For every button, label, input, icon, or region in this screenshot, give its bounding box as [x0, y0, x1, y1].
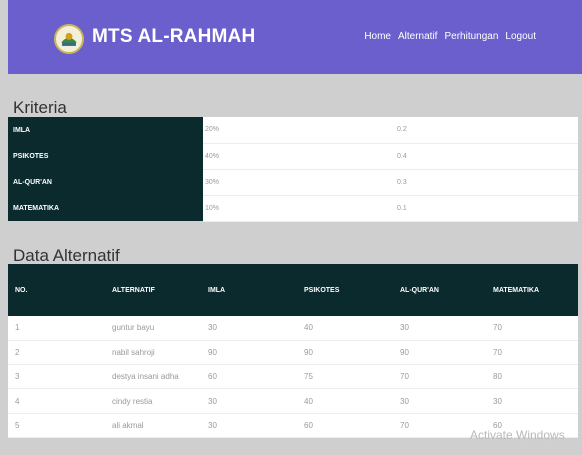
- table-row: 4 cindy restia 30 40 30 30: [8, 388, 578, 414]
- kriteria-value: 0.4: [395, 143, 578, 170]
- cell-psikotes: 40: [297, 316, 393, 341]
- activate-windows-watermark: Activate Windows: [470, 428, 565, 442]
- kriteria-value: 0.2: [395, 117, 578, 144]
- cell-no: 2: [8, 340, 105, 366]
- table-row: 2 nabil sahroji 90 90 90 70: [8, 340, 578, 366]
- navbar: MTS AL-RAHMAH Home Alternatif Perhitunga…: [8, 0, 582, 74]
- data-alternatif-heading: Data Alternatif: [13, 246, 120, 265]
- cell-no: 5: [8, 413, 105, 438]
- table-row: IMLA 20% 0.2: [8, 117, 578, 144]
- alternatif-table: NO. ALTERNATIF IMLA PSIKOTES AL-QUR'AN M…: [8, 264, 578, 438]
- kriteria-percent: 40%: [203, 143, 395, 170]
- column-header-psikotes: PSIKOTES: [297, 264, 393, 316]
- kriteria-name: IMLA: [8, 117, 203, 143]
- kriteria-name: AL-QUR'AN: [8, 169, 203, 195]
- column-header-alternatif: ALTERNATIF: [105, 264, 201, 316]
- kriteria-percent: 10%: [203, 195, 395, 222]
- kriteria-heading: Kriteria: [13, 98, 67, 117]
- cell-matematika: 70: [486, 340, 578, 366]
- cell-alternatif: guntur bayu: [105, 316, 201, 341]
- column-header-no: NO.: [8, 264, 105, 316]
- cell-alternatif: ali akmal: [105, 413, 201, 438]
- cell-matematika: 70: [486, 316, 578, 341]
- kriteria-name: MATEMATIKA: [8, 195, 203, 221]
- kriteria-name: PSIKOTES: [8, 143, 203, 169]
- cell-alternatif: destya insani adha: [105, 364, 201, 390]
- cell-psikotes: 40: [297, 388, 393, 414]
- kriteria-value: 0.3: [395, 169, 578, 196]
- cell-alquran: 90: [393, 340, 486, 366]
- table-row: 1 guntur bayu 30 40 30 70: [8, 316, 578, 341]
- cell-alternatif: cindy restia: [105, 388, 201, 414]
- cell-psikotes: 90: [297, 340, 393, 366]
- nav-alternatif[interactable]: Alternatif: [398, 31, 437, 42]
- cell-matematika: 30: [486, 388, 578, 414]
- nav-menu: Home Alternatif Perhitungan Logout: [364, 31, 536, 42]
- cell-imla: 60: [201, 364, 297, 390]
- cell-alquran: 30: [393, 388, 486, 414]
- cell-psikotes: 60: [297, 413, 393, 438]
- activate-windows-subtitle: Go to Settings to activate Windows.: [470, 444, 565, 450]
- school-logo-icon[interactable]: [54, 24, 84, 54]
- cell-no: 3: [8, 364, 105, 390]
- cell-imla: 90: [201, 340, 297, 366]
- brand-title[interactable]: MTS AL-RAHMAH: [92, 26, 255, 48]
- table-header-row: NO. ALTERNATIF IMLA PSIKOTES AL-QUR'AN M…: [8, 264, 578, 316]
- cell-no: 1: [8, 316, 105, 341]
- table-row: MATEMATIKA 10% 0.1: [8, 195, 578, 222]
- table-row: AL-QUR'AN 30% 0.3: [8, 169, 578, 196]
- cell-imla: 30: [201, 413, 297, 438]
- kriteria-percent: 20%: [203, 117, 395, 144]
- column-header-alquran: AL-QUR'AN: [393, 264, 486, 316]
- cell-no: 4: [8, 388, 105, 414]
- kriteria-table: IMLA 20% 0.2 PSIKOTES 40% 0.4 AL-QUR'AN …: [8, 117, 578, 222]
- table-row: PSIKOTES 40% 0.4: [8, 143, 578, 170]
- cell-alquran: 30: [393, 316, 486, 341]
- column-header-matematika: MATEMATIKA: [486, 264, 578, 316]
- cell-imla: 30: [201, 388, 297, 414]
- cell-alternatif: nabil sahroji: [105, 340, 201, 366]
- cell-imla: 30: [201, 316, 297, 341]
- kriteria-percent: 30%: [203, 169, 395, 196]
- cell-psikotes: 75: [297, 364, 393, 390]
- column-header-imla: IMLA: [201, 264, 297, 316]
- nav-home[interactable]: Home: [364, 31, 391, 42]
- cell-alquran: 70: [393, 364, 486, 390]
- nav-logout[interactable]: Logout: [505, 31, 536, 42]
- kriteria-value: 0.1: [395, 195, 578, 222]
- cell-matematika: 80: [486, 364, 578, 390]
- table-row: 3 destya insani adha 60 75 70 80: [8, 364, 578, 390]
- nav-perhitungan[interactable]: Perhitungan: [444, 31, 498, 42]
